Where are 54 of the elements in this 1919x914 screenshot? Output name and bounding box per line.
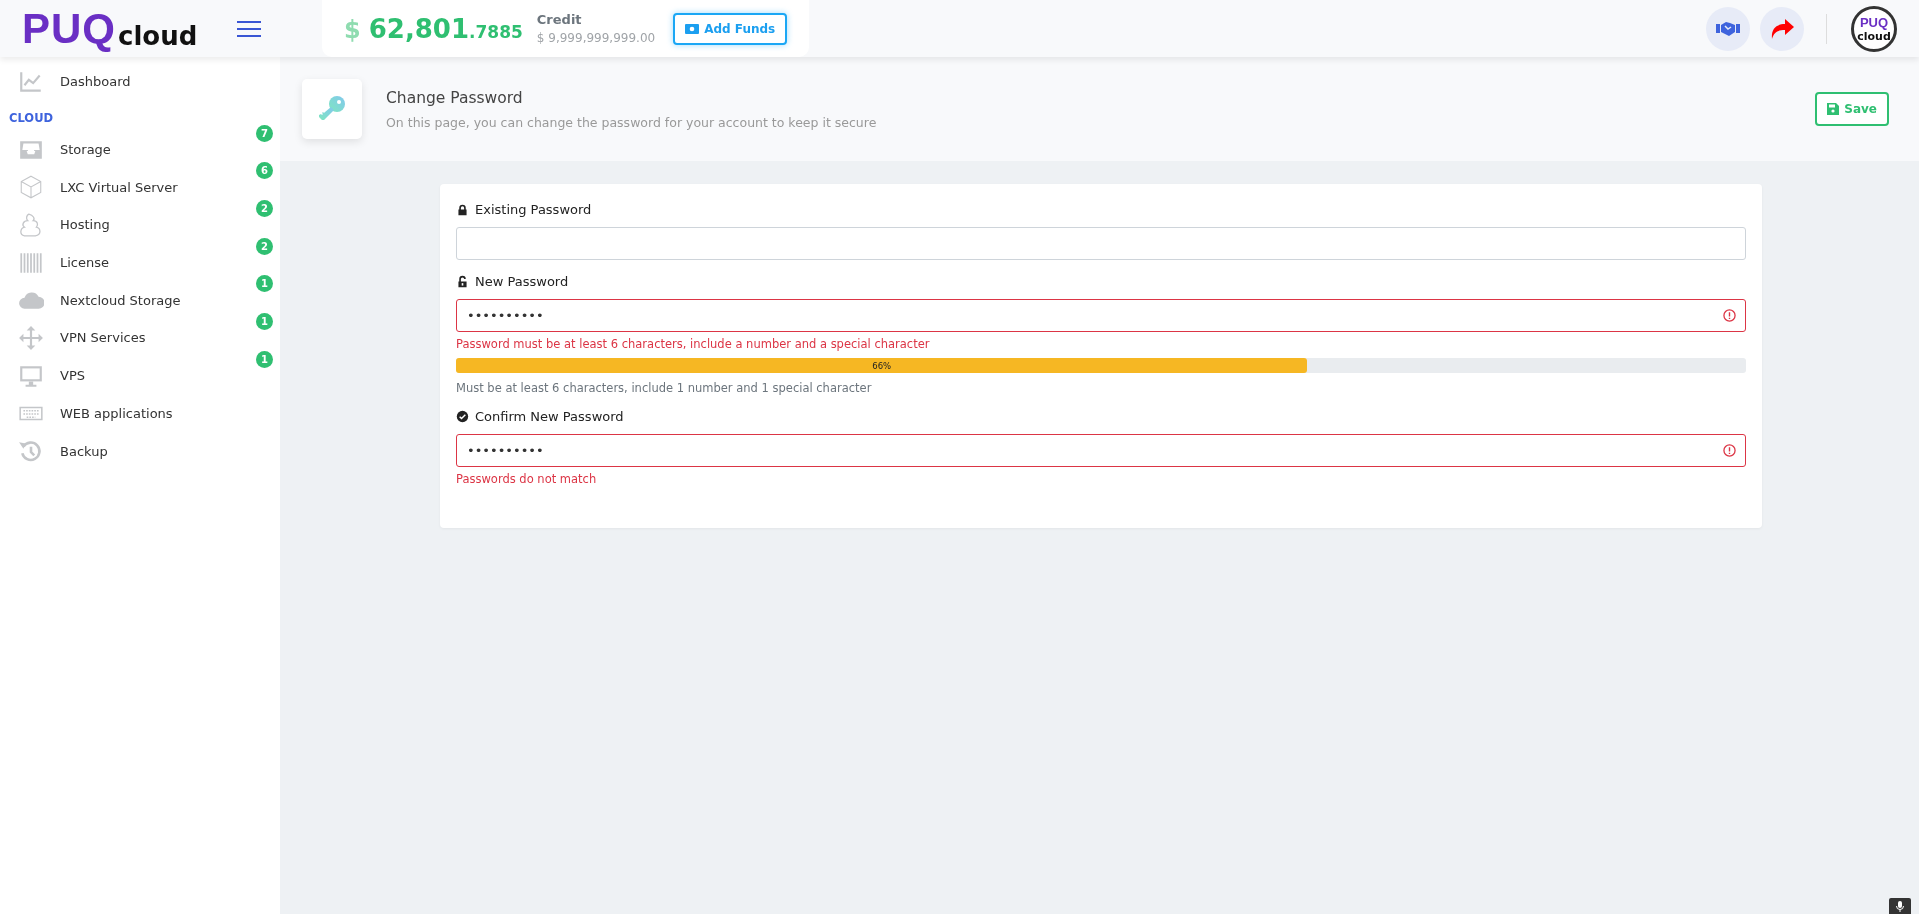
sidebar-item[interactable]: VPN Services [0, 319, 230, 357]
credit-amount: $ 9,999,999,999.00 [536, 31, 656, 45]
count-badge: 1 [256, 313, 273, 331]
balance-amount: 62,801 [368, 13, 470, 44]
password-field[interactable]: •••••••••• [456, 299, 1746, 332]
padlock-icon [456, 203, 469, 216]
count-badge: 6 [256, 162, 273, 180]
count-badge: 7 [256, 124, 273, 142]
error-icon [1723, 309, 1736, 322]
open-padlock-icon [456, 275, 469, 288]
logo-word: cloud [118, 20, 198, 51]
strength-fill: 66% [456, 358, 1308, 373]
move-arrows-icon [18, 324, 44, 351]
handshake-button[interactable] [1706, 6, 1750, 51]
key-icon [302, 79, 362, 139]
field-label: New Password [475, 274, 569, 289]
cube-icon [18, 174, 44, 201]
swirl-icon [18, 211, 44, 238]
error-icon [1723, 444, 1736, 457]
sidebar-item[interactable]: Dashboard [0, 63, 230, 101]
sidebar-item[interactable]: LXC Virtual Server [0, 168, 230, 207]
banknote-icon [685, 23, 700, 34]
sidebar-item[interactable]: Backup [0, 432, 230, 470]
currency-sign: $ [344, 15, 361, 44]
sidebar-item[interactable]: License [0, 243, 230, 282]
field-label: Existing Password [475, 202, 592, 217]
balance-fraction: .7885 [469, 21, 523, 42]
microphone-icon[interactable] [1889, 898, 1911, 914]
page-title: Change Password [386, 88, 524, 107]
sidebar-item[interactable]: WEB applications [0, 394, 230, 433]
share-arrow-icon [1769, 17, 1795, 40]
handshake-icon [1716, 20, 1740, 37]
avatar-logo[interactable]: PUQ cloud [1851, 5, 1897, 52]
count-badge: 2 [256, 237, 273, 255]
password-field[interactable] [456, 227, 1746, 260]
check-circle-icon [456, 410, 469, 423]
share-button[interactable] [1760, 6, 1804, 51]
logo-mark: PUQ [22, 6, 116, 51]
credit-label: Credit [536, 12, 583, 27]
count-badge: 1 [256, 350, 273, 368]
error-message: Password must be at least 6 characters, include a number and a special character [456, 337, 931, 351]
count-badge: 1 [256, 275, 273, 293]
error-message: Passwords do not match [456, 472, 598, 486]
sidebar-item[interactable]: VPS [0, 356, 230, 395]
menu-icon[interactable] [236, 19, 262, 38]
sidebar-item[interactable]: Nextcloud Storage [0, 281, 230, 320]
hint-text: Must be at least 6 characters, include 1 number and 1 special character [456, 381, 873, 395]
sidebar-item[interactable]: Storage [0, 130, 230, 169]
section-heading: CLOUD [9, 110, 55, 125]
field-label: Confirm New Password [475, 409, 624, 424]
password-field[interactable]: •••••••••• [456, 434, 1746, 467]
sidebar-item[interactable]: Hosting [0, 206, 230, 244]
page-subtitle: On this page, you can change the password for your account to keep it secure [386, 114, 877, 130]
count-badge: 2 [256, 200, 273, 218]
